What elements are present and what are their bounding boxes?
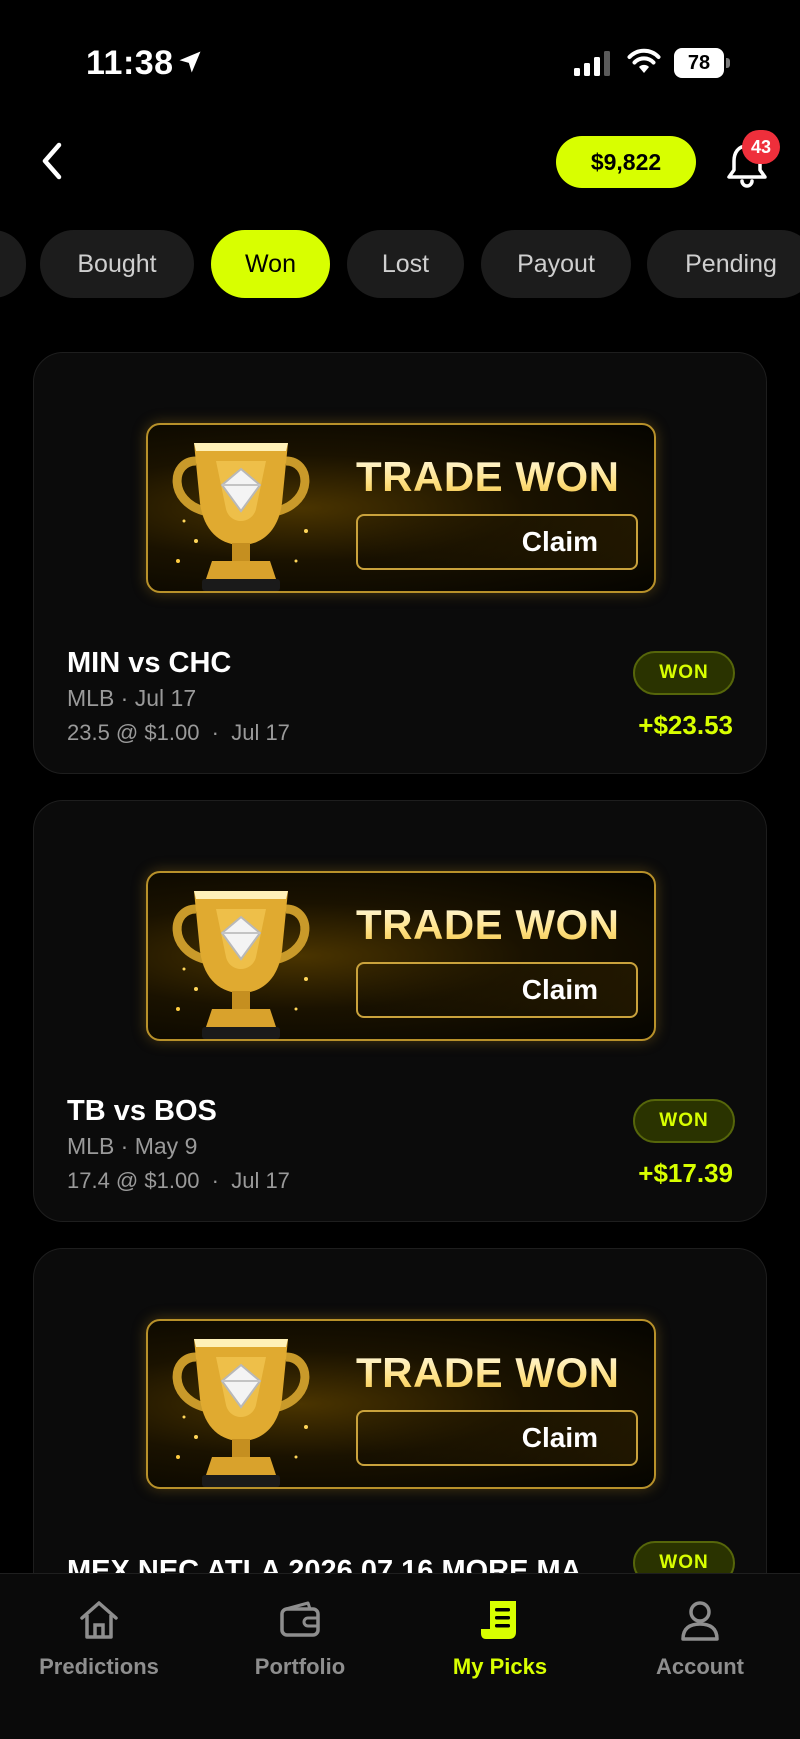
pick-matchup: MIN vs CHC [67, 647, 232, 679]
balance-button[interactable]: $9,822 [556, 136, 696, 188]
cellular-signal-icon [574, 51, 610, 76]
trophy-icon [172, 1339, 310, 1487]
banner-title: TRADE WON [356, 1349, 620, 1396]
tab-lost[interactable]: Lost [347, 230, 464, 298]
pick-league-date: MLB · Jul 17 [67, 685, 197, 711]
banner-title: TRADE WON [356, 901, 620, 948]
wifi-icon [627, 48, 661, 73]
claim-button[interactable]: Claim [356, 1410, 638, 1466]
nav-my-picks[interactable]: My Picks [410, 1598, 590, 1698]
nav-label: My Picks [452, 1654, 548, 1679]
battery-tip [726, 58, 730, 68]
pick-details: 23.5 @ $1.00 · Jul 17 [67, 720, 290, 745]
claim-button[interactable]: Claim [356, 514, 638, 570]
pick-payout: +$17.39 [638, 1158, 733, 1188]
tab-bought[interactable]: Bought [40, 230, 194, 298]
location-arrow-icon [179, 51, 201, 73]
nav-label: Predictions [39, 1654, 159, 1679]
trophy-icon [172, 891, 310, 1039]
battery-level: 78 [674, 48, 724, 78]
pick-matchup: TB vs BOS [67, 1095, 217, 1127]
nav-predictions[interactable]: Predictions [9, 1598, 189, 1698]
trade-won-banner: TRADE WON Claim [146, 423, 656, 593]
claim-button[interactable]: Claim [356, 962, 638, 1018]
pick-card[interactable]: TRADE WON Claim TB vs BOS MLB · May 9 17… [33, 800, 767, 1222]
trophy-icon [172, 443, 310, 591]
chevron-left-icon [42, 142, 62, 180]
bottom-nav: Predictions Portfolio My Picks Account [0, 1573, 800, 1739]
nav-label: Account [656, 1654, 744, 1679]
back-button[interactable] [30, 136, 74, 186]
nav-account[interactable]: Account [610, 1598, 790, 1698]
nav-portfolio[interactable]: Portfolio [210, 1598, 390, 1698]
home-icon [80, 1601, 118, 1639]
trade-won-banner: TRADE WON Claim [146, 871, 656, 1041]
tab-payout[interactable]: Payout [481, 230, 631, 298]
nav-label: Portfolio [254, 1654, 346, 1679]
tab-pending[interactable]: Pending [647, 230, 800, 298]
receipt-icon [481, 1601, 516, 1639]
status-badge: WON [633, 1099, 735, 1143]
pick-payout: +$23.53 [638, 710, 733, 740]
person-icon [681, 1601, 719, 1641]
notification-badge: 43 [742, 130, 780, 164]
pick-details: 17.4 @ $1.00 · Jul 17 [67, 1168, 290, 1193]
pick-card[interactable]: TRADE WON Claim MIN vs CHC MLB · Jul 17 … [33, 352, 767, 774]
tab-partial-hidden[interactable] [0, 230, 26, 298]
tab-won[interactable]: Won [211, 230, 330, 298]
banner-title: TRADE WON [356, 453, 620, 500]
trade-won-banner: TRADE WON Claim [146, 1319, 656, 1489]
wallet-icon [280, 1601, 320, 1637]
status-time: 11:38 [86, 44, 174, 82]
battery-indicator: 78 [674, 48, 730, 78]
status-badge: WON [633, 651, 735, 695]
filter-tabs: Bought Won Lost Payout Pending [0, 230, 800, 298]
pick-league-date: MLB · May 9 [67, 1133, 198, 1159]
status-bar: 11:38 78 [0, 0, 800, 110]
